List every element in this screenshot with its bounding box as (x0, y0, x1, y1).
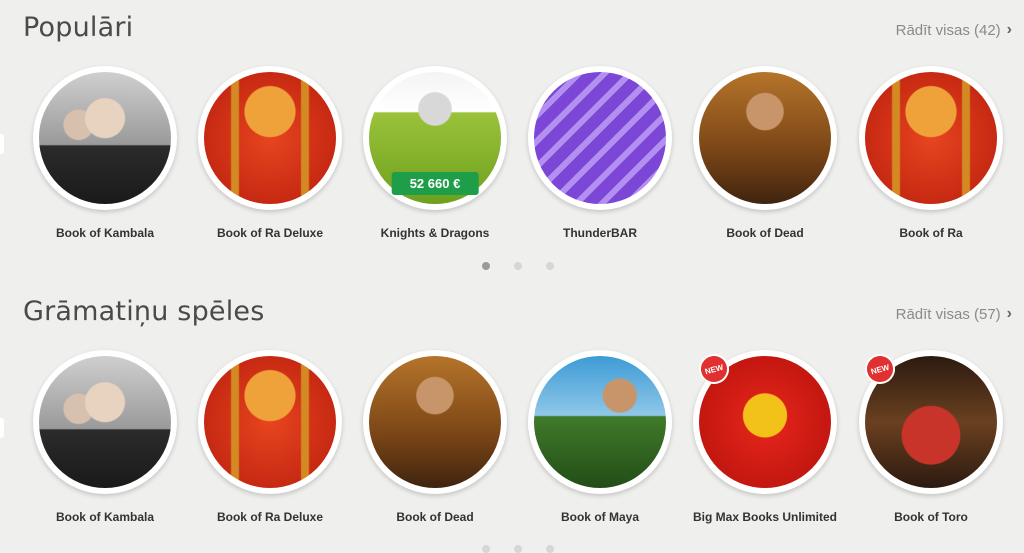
game-thumbnail (33, 66, 177, 210)
page-dot[interactable] (546, 545, 554, 553)
game-thumbnail (528, 66, 672, 210)
game-card[interactable]: Book of Kambala (30, 66, 180, 240)
show-all-link[interactable]: Rādīt visas (57) › (896, 305, 1012, 323)
game-art (39, 72, 171, 204)
section-title: Grāmatiņu spēles (23, 296, 265, 327)
game-title: Book of Dead (396, 510, 474, 524)
game-thumbnail: 52 660 € (363, 66, 507, 210)
game-card[interactable]: Book of Ra (856, 66, 1006, 240)
game-art (534, 356, 666, 488)
chevron-right-icon: › (1006, 21, 1012, 38)
show-all-label: Rādīt visas (42) (895, 21, 1001, 39)
game-thumbnail (198, 350, 342, 494)
scroll-left-handle[interactable] (0, 134, 4, 154)
game-title: Knights & Dragons (380, 226, 490, 240)
chevron-right-icon: › (1006, 305, 1012, 322)
game-art (204, 72, 336, 204)
game-art (699, 72, 831, 204)
game-art (39, 356, 171, 488)
page-dot[interactable] (514, 262, 522, 270)
game-art (534, 72, 666, 204)
game-art (204, 356, 336, 488)
game-card[interactable]: NEW Big Max Books Unlimited (690, 350, 840, 524)
game-thumbnail: NEW (693, 350, 837, 494)
game-thumbnail (859, 66, 1003, 210)
game-title: Book of Dead (726, 226, 804, 240)
game-title: Book of Maya (560, 510, 639, 524)
show-all-link[interactable]: Rādīt visas (42) › (896, 21, 1012, 39)
game-thumbnail (33, 350, 177, 494)
page-dot[interactable] (546, 262, 554, 270)
game-title: Book of Ra (899, 226, 963, 240)
game-card[interactable]: ThunderBAR (525, 66, 675, 240)
game-thumbnail (198, 66, 342, 210)
page-dot[interactable] (514, 545, 522, 553)
game-card[interactable]: Book of Dead (690, 66, 840, 240)
game-title: Book of Ra Deluxe (216, 226, 324, 240)
scroll-left-handle[interactable] (0, 418, 4, 438)
game-thumbnail: NEW (859, 350, 1003, 494)
jackpot-banner: 52 660 € (391, 172, 479, 195)
show-all-label: Rādīt visas (57) (895, 305, 1001, 323)
game-title: ThunderBAR (563, 226, 637, 240)
game-thumbnail (528, 350, 672, 494)
game-art (865, 72, 997, 204)
game-card[interactable]: Book of Kambala (30, 350, 180, 524)
section-title: Populāri (23, 12, 134, 43)
game-card[interactable]: Book of Ra Deluxe (195, 350, 345, 524)
game-title: Book of Ra Deluxe (216, 510, 324, 524)
game-title: Big Max Books Unlimited (692, 510, 838, 524)
pagination-dots (482, 545, 554, 553)
page-dot[interactable] (482, 262, 490, 270)
game-card[interactable]: Book of Ra Deluxe (195, 66, 345, 240)
game-title: Book of Toro (894, 510, 968, 524)
game-card[interactable]: 52 660 € Knights & Dragons (360, 66, 510, 240)
pagination-dots (482, 262, 554, 270)
game-card[interactable]: Book of Maya (525, 350, 675, 524)
game-art (369, 356, 501, 488)
game-card[interactable]: NEW Book of Toro (856, 350, 1006, 524)
game-card[interactable]: Book of Dead (360, 350, 510, 524)
game-title: Book of Kambala (55, 226, 154, 240)
game-thumbnail (363, 350, 507, 494)
game-title: Book of Kambala (55, 510, 154, 524)
game-thumbnail (693, 66, 837, 210)
page-dot[interactable] (482, 545, 490, 553)
